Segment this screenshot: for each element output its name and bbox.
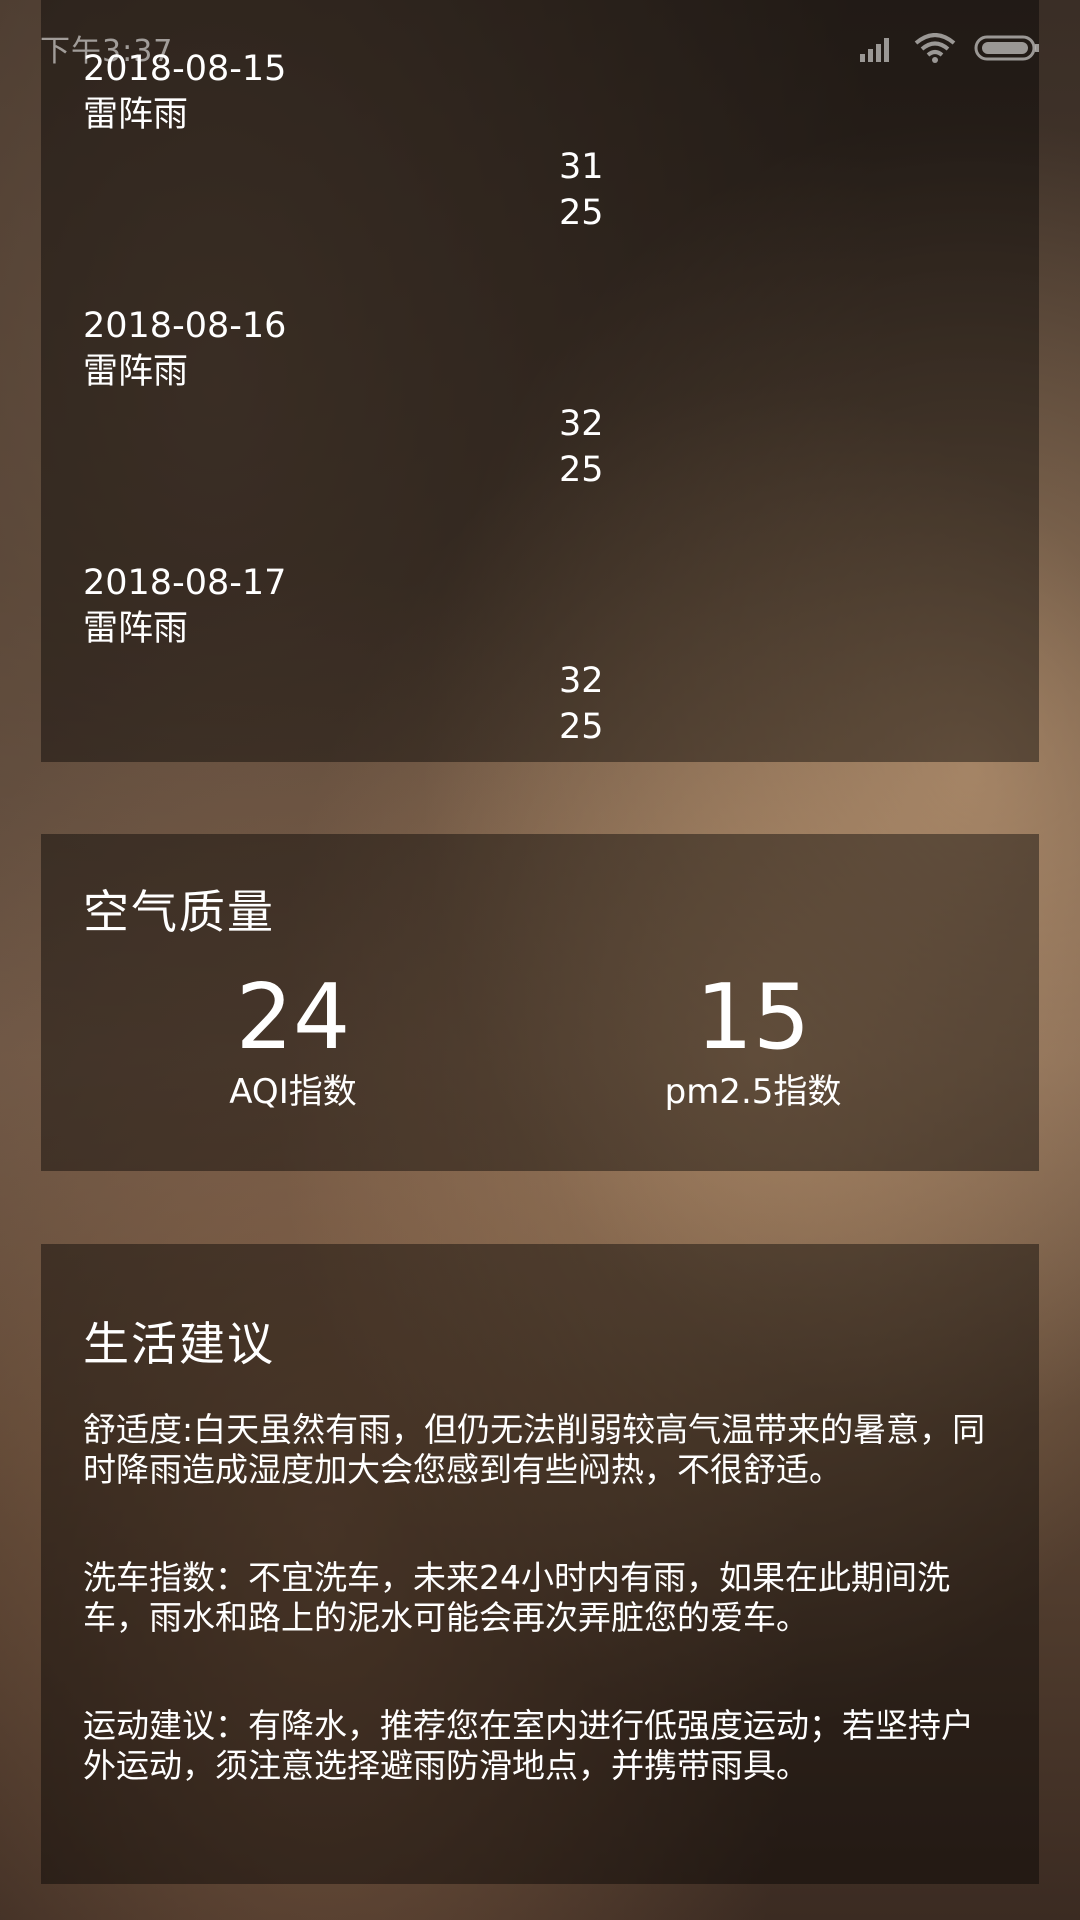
aqi-index-block: 24 AQI指数 [83,968,503,1114]
forecast-max-temp: 32 [559,404,604,444]
forecast-date: 2018-08-17 [83,563,287,603]
aqi-row: 24 AQI指数 15 pm2.5指数 [83,942,997,1162]
forecast-max-temp: 31 [559,147,604,187]
signal-icon [860,34,896,62]
forecast-min-temp: 25 [559,450,604,490]
forecast-info: 雷阵雨 [83,95,189,135]
pm25-value: 15 [695,965,811,1070]
forecast-min-temp: 25 [559,707,604,747]
status-bar: 下午3:37 [0,0,1080,96]
aqi-value: 24 [235,965,351,1070]
battery-icon [974,34,1040,62]
aqi-title: 空气质量 [83,885,275,939]
comfort-suggestion: 舒适度:白天虽然有雨，但仍无法削弱较高气温带来的暑意，同时降雨造成湿度加大会您感… [83,1410,995,1490]
car-wash-suggestion: 洗车指数：不宜洗车，未来24小时内有雨，如果在此期间洗车，雨水和路上的泥水可能会… [83,1558,995,1638]
wifi-icon [914,33,956,63]
suggestion-title: 生活建议 [83,1317,275,1371]
forecast-item: 2018-08-16 雷阵雨 32 25 [83,303,997,554]
status-icons [860,33,1040,63]
pm25-label: pm2.5指数 [664,1072,842,1112]
forecast-item: 2018-08-17 雷阵雨 32 25 [83,560,997,811]
aqi-card: 空气质量 24 AQI指数 15 pm2.5指数 [41,834,1039,1171]
comfort-text: 舒适度:白天虽然有雨，但仍无法削弱较高气温带来的暑意，同时降雨造成湿度加大会您感… [83,1410,986,1489]
forecast-info: 雷阵雨 [83,352,189,392]
forecast-card: 2018-08-15 雷阵雨 31 25 2018-08-16 雷阵雨 32 2… [41,0,1039,762]
aqi-label: AQI指数 [229,1072,357,1112]
car-wash-text: 洗车指数：不宜洗车，未来24小时内有雨，如果在此期间洗车，雨水和路上的泥水可能会… [83,1558,950,1637]
weather-screen: 下午3:37 2018-08-15 雷阵雨 31 25 2018-08-16 雷… [0,0,1080,1920]
forecast-info: 雷阵雨 [83,609,189,649]
sport-text: 运动建议：有降水，推荐您在室内进行低强度运动；若坚持户外运动，须注意选择避雨防滑… [83,1706,974,1785]
suggestion-card: 生活建议 舒适度:白天虽然有雨，但仍无法削弱较高气温带来的暑意，同时降雨造成湿度… [41,1244,1039,1884]
forecast-max-temp: 32 [559,661,604,701]
sport-suggestion: 运动建议：有降水，推荐您在室内进行低强度运动；若坚持户外运动，须注意选择避雨防滑… [83,1706,995,1786]
pm25-index-block: 15 pm2.5指数 [543,968,963,1114]
status-time: 下午3:37 [40,34,174,69]
forecast-date: 2018-08-16 [83,306,287,346]
forecast-min-temp: 25 [559,193,604,233]
